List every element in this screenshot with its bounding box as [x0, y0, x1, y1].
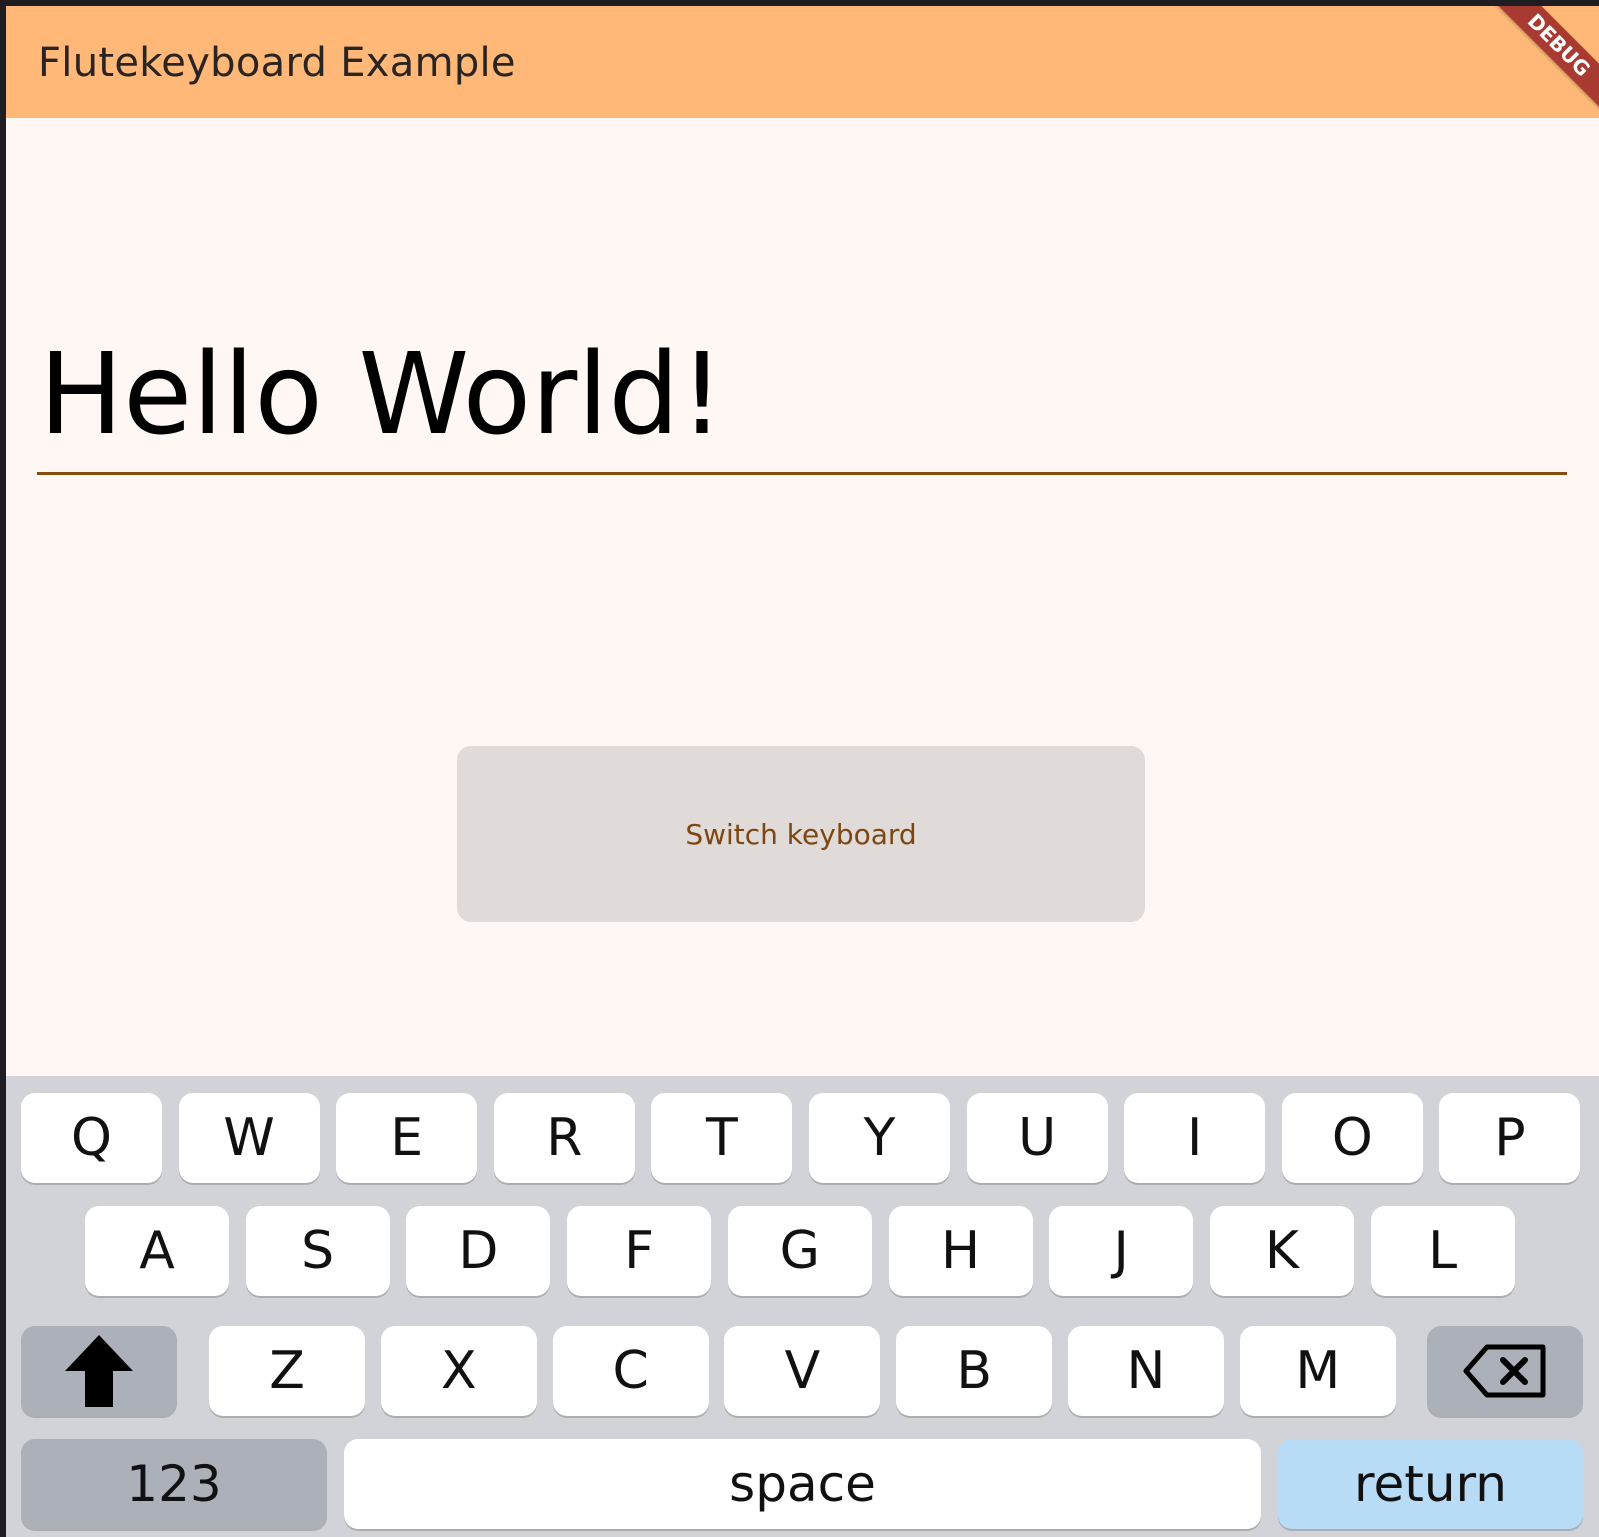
backspace-icon [1463, 1344, 1546, 1398]
key-n[interactable]: N [1068, 1326, 1224, 1416]
key-label: M [1295, 1341, 1341, 1401]
return-key[interactable]: return [1278, 1439, 1583, 1529]
key-label: C [612, 1341, 649, 1401]
key-w[interactable]: W [178, 1093, 320, 1183]
key-d[interactable]: D [406, 1206, 551, 1296]
key-c[interactable]: C [552, 1326, 709, 1416]
key-h[interactable]: H [888, 1206, 1033, 1296]
key-g[interactable]: G [727, 1206, 872, 1296]
key-label: W [223, 1108, 275, 1168]
key-o[interactable]: O [1281, 1093, 1423, 1183]
key-label: J [1113, 1221, 1129, 1281]
key-q[interactable]: Q [21, 1093, 162, 1183]
key-m[interactable]: M [1239, 1326, 1396, 1416]
key-label: F [624, 1221, 655, 1281]
numbers-key-label: 123 [126, 1455, 222, 1513]
key-y[interactable]: Y [809, 1093, 950, 1183]
debug-banner: DEBUG [1477, 6, 1599, 127]
key-l[interactable]: L [1370, 1206, 1515, 1296]
app-bar: Flutekeyboard Example DEBUG [6, 6, 1599, 127]
text-input-field[interactable]: Hello World! [37, 324, 1567, 479]
key-a[interactable]: A [85, 1206, 229, 1296]
key-label: U [1018, 1108, 1057, 1168]
key-u[interactable]: U [966, 1093, 1108, 1183]
key-label: G [779, 1221, 820, 1281]
key-b[interactable]: B [896, 1326, 1053, 1416]
key-t[interactable]: T [651, 1093, 793, 1183]
key-v[interactable]: V [724, 1326, 881, 1416]
key-label: R [546, 1108, 583, 1168]
space-key-label: space [729, 1455, 876, 1513]
key-label: I [1187, 1108, 1203, 1168]
text-input-underline [37, 472, 1567, 475]
key-label: N [1126, 1341, 1166, 1401]
space-key[interactable]: space [344, 1439, 1261, 1529]
switch-keyboard-label: Switch keyboard [685, 817, 917, 851]
shift-arrow-up-icon [65, 1335, 133, 1407]
key-label: E [390, 1108, 424, 1168]
key-label: Q [71, 1108, 112, 1168]
key-label: X [440, 1341, 477, 1401]
key-label: K [1264, 1221, 1299, 1281]
key-label: T [706, 1108, 738, 1168]
key-x[interactable]: X [380, 1326, 537, 1416]
key-label: O [1331, 1108, 1373, 1168]
numbers-key[interactable]: 123 [21, 1439, 327, 1529]
key-label: D [458, 1221, 499, 1281]
key-label: L [1428, 1221, 1458, 1281]
key-k[interactable]: K [1209, 1206, 1354, 1296]
switch-keyboard-button[interactable]: Switch keyboard [457, 746, 1145, 922]
key-label: A [139, 1221, 175, 1281]
key-label: V [784, 1341, 821, 1401]
shift-key[interactable] [21, 1326, 177, 1416]
app-window: Flutekeyboard Example DEBUG Hello World!… [6, 6, 1599, 1537]
backspace-key[interactable] [1427, 1326, 1583, 1416]
key-j[interactable]: J [1049, 1206, 1194, 1296]
key-r[interactable]: R [493, 1093, 635, 1183]
key-s[interactable]: S [245, 1206, 390, 1296]
key-label: Z [269, 1341, 305, 1401]
key-label: S [301, 1221, 335, 1281]
text-input-value[interactable]: Hello World! [39, 333, 724, 457]
key-f[interactable]: F [567, 1206, 712, 1296]
key-e[interactable]: E [336, 1093, 478, 1183]
key-label: H [940, 1221, 981, 1281]
return-key-label: return [1354, 1455, 1507, 1513]
on-screen-keyboard: Q W E R T Y U I O P A S D F G H J K L Z X C V B N M 123 space r… [6, 1076, 1599, 1537]
key-i[interactable]: I [1124, 1093, 1266, 1183]
key-label: P [1494, 1108, 1526, 1168]
key-label: Y [863, 1108, 896, 1168]
key-z[interactable]: Z [209, 1326, 365, 1416]
key-label: B [956, 1341, 993, 1401]
app-title: Flutekeyboard Example [38, 40, 516, 86]
key-p[interactable]: P [1439, 1093, 1581, 1183]
